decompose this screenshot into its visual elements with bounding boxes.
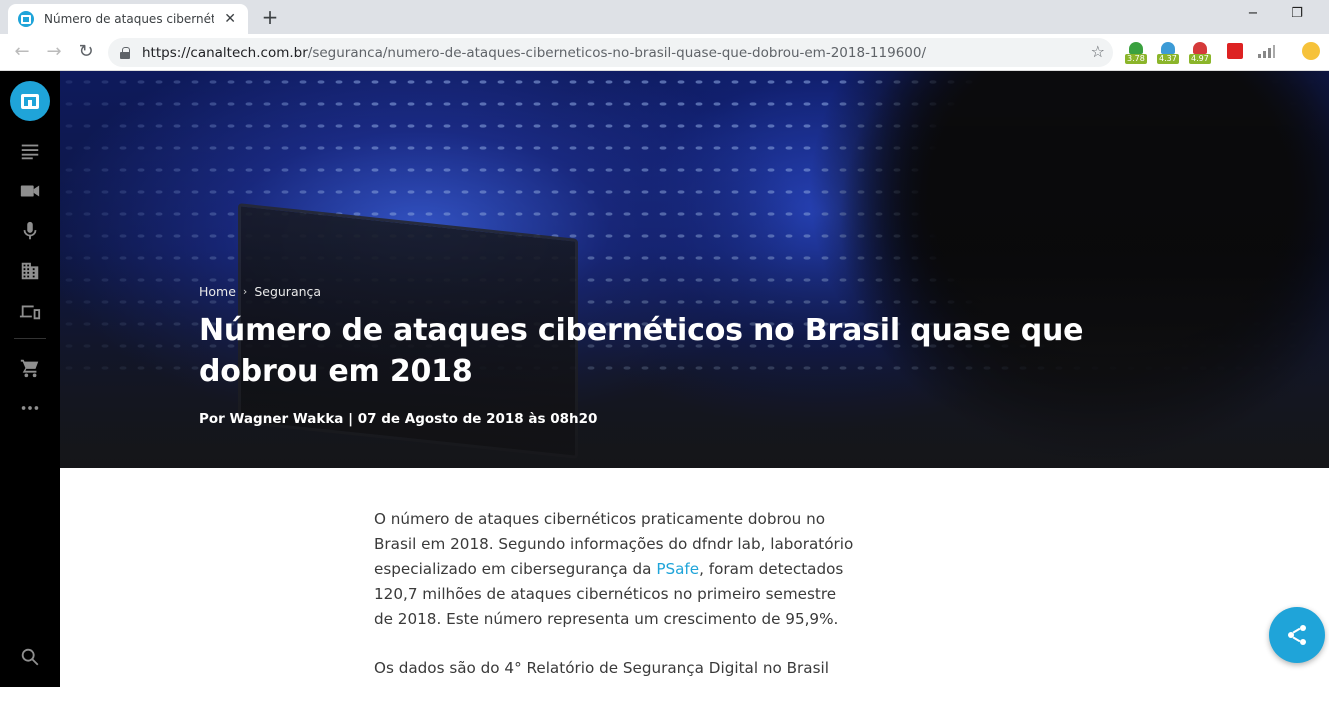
share-button[interactable] bbox=[1269, 607, 1325, 663]
address-bar[interactable]: https://canaltech.com.br/seguranca/numer… bbox=[108, 38, 1113, 67]
sidebar-divider bbox=[14, 338, 46, 339]
reload-icon[interactable]: ↻ bbox=[72, 38, 100, 66]
url-path: /seguranca/numero-de-ataques-cibernetico… bbox=[307, 44, 927, 61]
more-dots-icon[interactable] bbox=[18, 396, 42, 420]
microphone-icon[interactable] bbox=[18, 219, 42, 243]
extension-badge: 4.97 bbox=[1189, 54, 1211, 64]
article-paragraph: Os dados são do 4° Relatório de Seguranç… bbox=[374, 659, 829, 677]
minimize-button[interactable]: − bbox=[1238, 4, 1268, 24]
android-blue-icon[interactable]: 4.37 bbox=[1157, 42, 1179, 64]
new-tab-button[interactable]: + bbox=[258, 4, 282, 30]
browser-tab[interactable]: Número de ataques cibernéticos no Brasil… bbox=[8, 4, 248, 34]
breadcrumb-section-link[interactable]: Segurança bbox=[254, 284, 321, 299]
tab-close-icon[interactable]: ✕ bbox=[222, 11, 238, 27]
bookmark-star-icon[interactable]: ☆ bbox=[1091, 42, 1105, 61]
building-icon[interactable] bbox=[18, 259, 42, 283]
breadcrumb-home-link[interactable]: Home bbox=[199, 284, 236, 299]
psafe-link[interactable]: PSafe bbox=[656, 560, 699, 578]
devices-icon[interactable] bbox=[18, 299, 42, 323]
back-arrow-icon[interactable]: ← bbox=[8, 38, 36, 66]
browser-tabstrip: Número de ataques cibernéticos no Brasil… bbox=[0, 0, 1329, 34]
android-red-icon[interactable]: 4.97 bbox=[1189, 42, 1211, 64]
url-domain: https://canaltech.com.br bbox=[142, 44, 308, 61]
red-extension-icon[interactable] bbox=[1224, 42, 1246, 64]
tab-title: Número de ataques cibernéticos no Brasil… bbox=[44, 12, 215, 26]
site-sidebar bbox=[0, 71, 60, 687]
android-green-icon[interactable]: 3.78 bbox=[1125, 42, 1147, 64]
emoji-extension-icon[interactable] bbox=[1300, 42, 1322, 64]
menu-lines-icon[interactable] bbox=[18, 139, 42, 163]
article-byline: Por Wagner Wakka | 07 de Agosto de 2018 … bbox=[199, 411, 598, 427]
article-title: Número de ataques cibernéticos no Brasil… bbox=[199, 313, 1084, 389]
article-paragraph: O número de ataques cibernéticos pratica… bbox=[374, 507, 854, 632]
canaltech-favicon-icon bbox=[18, 11, 34, 27]
breadcrumb-chevron-icon: › bbox=[242, 285, 248, 298]
canaltech-logo[interactable] bbox=[10, 81, 50, 121]
article-body: O número de ataques cibernéticos pratica… bbox=[374, 507, 854, 705]
url-text: https://canaltech.com.br/seguranca/numer… bbox=[142, 45, 926, 61]
extension-badge: 4.37 bbox=[1157, 54, 1179, 64]
lock-icon bbox=[120, 46, 130, 59]
share-icon bbox=[1288, 625, 1306, 645]
video-camera-icon[interactable] bbox=[18, 179, 42, 203]
signal-bars-icon[interactable] bbox=[1256, 42, 1278, 64]
forward-arrow-icon[interactable]: → bbox=[40, 38, 68, 66]
restore-button[interactable]: ❐ bbox=[1282, 4, 1312, 24]
breadcrumb: Home › Segurança bbox=[199, 284, 321, 299]
search-icon[interactable] bbox=[18, 645, 42, 669]
extension-badge: 3.78 bbox=[1125, 54, 1147, 64]
hero-banner: Home › Segurança Número de ataques ciber… bbox=[60, 71, 1329, 468]
shopping-cart-icon[interactable] bbox=[18, 356, 42, 380]
browser-toolbar: ← → ↻ https://canaltech.com.br/seguranca… bbox=[0, 34, 1329, 71]
hero-gradient-overlay bbox=[60, 71, 1329, 468]
